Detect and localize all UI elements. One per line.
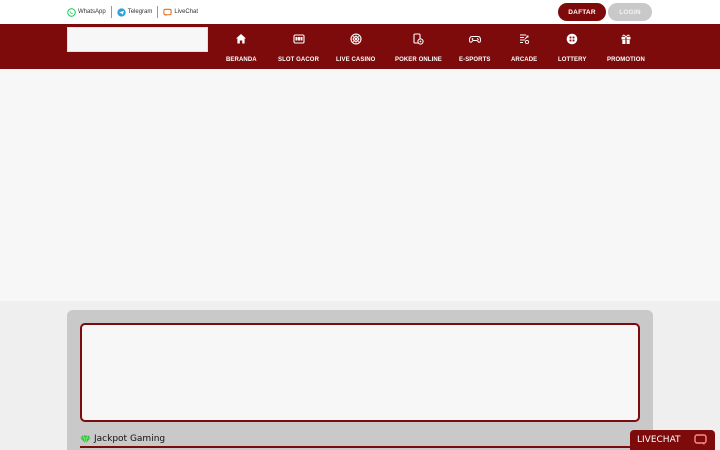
chat-bubble-icon <box>694 434 707 446</box>
telegram-link[interactable]: Telegram <box>117 7 153 17</box>
nav-label: LOTTERY <box>558 57 587 63</box>
whatsapp-label: WhatsApp <box>78 9 106 15</box>
register-button[interactable]: DAFTAR <box>558 3 606 21</box>
whatsapp-link[interactable]: WhatsApp <box>67 7 106 17</box>
livechat-widget-label: LIVECHAT <box>637 435 681 445</box>
nav-item-e-sports[interactable]: E-SPORTS <box>459 33 490 66</box>
nav-label: POKER ONLINE <box>395 57 442 63</box>
divider <box>157 6 159 18</box>
roulette-icon <box>350 33 362 45</box>
nav-item-arcade[interactable]: ARCADE <box>511 33 537 66</box>
jackpot-title: Jackpot Gaming <box>94 434 166 444</box>
login-button[interactable]: LOGIN <box>608 3 652 21</box>
lottery-icon <box>566 33 578 45</box>
nav-item-promotion[interactable]: PROMOTION <box>607 33 645 66</box>
gamepad-icon <box>468 36 481 43</box>
livechat-link[interactable]: LiveChat <box>163 8 198 17</box>
nav-label: ARCADE <box>511 57 538 63</box>
nav-label: E-SPORTS <box>459 57 491 63</box>
nav-item-lottery[interactable]: LOTTERY <box>558 33 586 66</box>
telegram-icon <box>117 7 126 17</box>
telegram-label: Telegram <box>127 9 153 15</box>
poker-icon <box>413 33 425 45</box>
nav-label: PROMOTION <box>607 57 645 63</box>
jackpot-underline <box>80 446 640 448</box>
whatsapp-icon <box>67 7 76 17</box>
main-nav: BERANDA SLOT GACOR LIVE CASINO POKER ONL… <box>0 24 720 69</box>
gift-icon <box>621 34 631 44</box>
nav-label: BERANDA <box>226 57 257 63</box>
nav-label: SLOT GACOR <box>278 57 319 63</box>
nav-item-slot-gacor[interactable]: SLOT GACOR <box>278 33 319 66</box>
nav-item-beranda[interactable]: BERANDA <box>226 33 257 66</box>
slot-machine-icon <box>292 34 305 44</box>
arcade-icon <box>520 34 530 45</box>
contact-links: WhatsApp Telegram LiveChat <box>67 6 198 18</box>
gem-icon <box>80 434 91 444</box>
site-logo[interactable] <box>67 27 208 52</box>
nav-item-live-casino[interactable]: LIVE CASINO <box>336 33 375 66</box>
livechat-label: LiveChat <box>174 9 199 15</box>
livechat-icon <box>163 8 173 16</box>
livechat-widget[interactable]: LIVECHAT <box>630 430 715 450</box>
hero-banner <box>0 69 720 301</box>
top-bar: WhatsApp Telegram LiveChat DAFTAR LOGIN <box>0 0 720 24</box>
jackpot-display-frame <box>80 323 640 422</box>
nav-item-poker-online[interactable]: POKER ONLINE <box>395 33 442 66</box>
jackpot-heading: Jackpot Gaming <box>80 434 165 444</box>
home-icon <box>236 34 247 44</box>
nav-label: LIVE CASINO <box>336 57 376 63</box>
divider <box>110 6 112 18</box>
